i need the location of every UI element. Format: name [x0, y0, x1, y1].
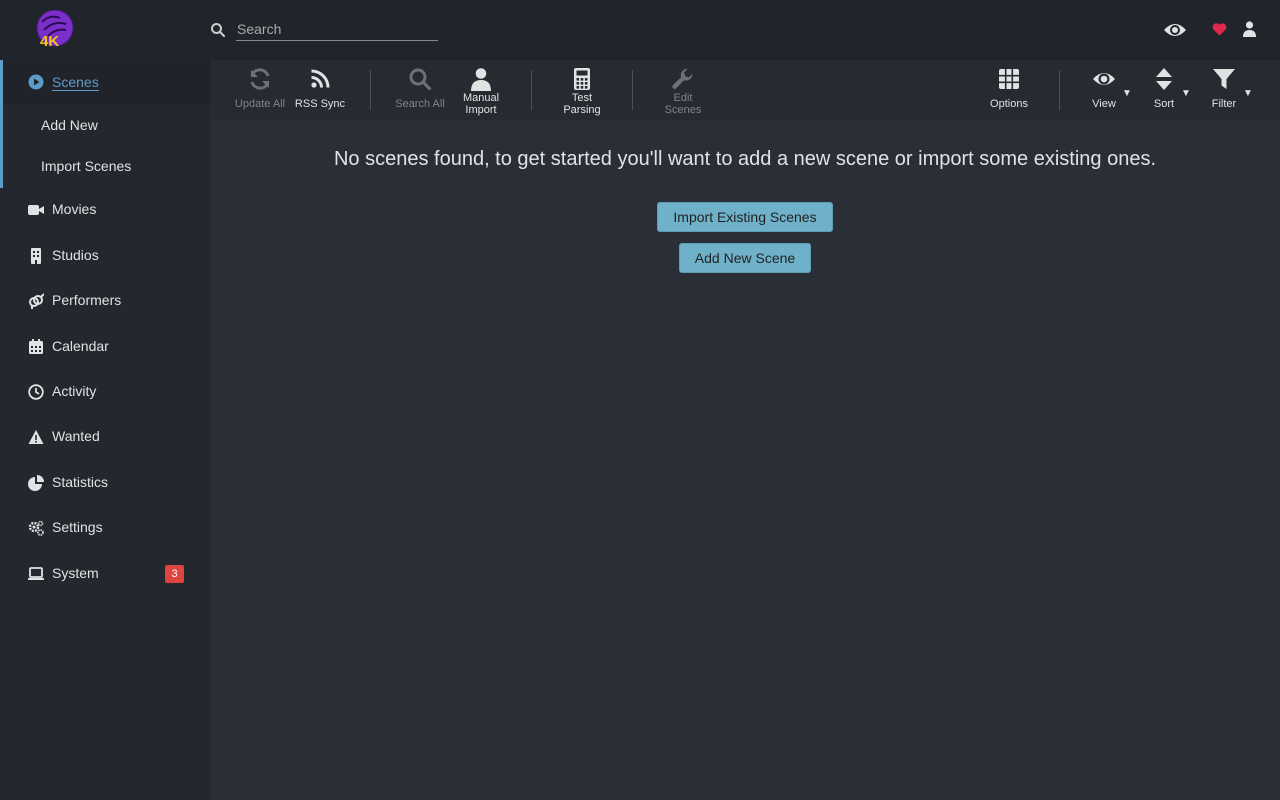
pie-chart-icon [28, 475, 44, 491]
sidebar-item-studios[interactable]: Studios [0, 236, 210, 276]
toolbar-separator [531, 70, 532, 110]
toolbar-label-line: Scenes [664, 104, 702, 116]
eye-icon[interactable] [1163, 20, 1187, 40]
toolbar-label: Options [990, 98, 1028, 110]
filter-menu-button[interactable]: Filter [1200, 60, 1248, 120]
gender-icon [29, 293, 44, 309]
view-menu-button[interactable]: View [1080, 60, 1128, 120]
toolbar-separator [632, 70, 633, 110]
sidebar-item-label: Statistics [52, 474, 109, 490]
sidebar-item-label: Add New [41, 117, 98, 133]
page-toolbar: Update All RSS Sync Search All Manual Im… [210, 60, 1280, 120]
toolbar-label-line: Parsing [563, 104, 601, 116]
wrench-icon [672, 68, 693, 89]
top-header: 4K [0, 0, 1280, 60]
sidebar-item-label: System [52, 565, 99, 581]
toolbar-label: Edit Scenes [655, 92, 711, 116]
sort-icon [1156, 68, 1172, 90]
gears-icon [28, 520, 44, 536]
sidebar-item-label: Wanted [52, 428, 100, 444]
sidebar-item-scenes[interactable]: Scenes [3, 60, 210, 104]
sidebar-item-label: Performers [52, 292, 122, 308]
sidebar-item-statistics[interactable]: Statistics [0, 463, 210, 503]
sidebar-item-label: Import Scenes [41, 158, 132, 174]
update-all-button[interactable]: Update All [230, 60, 290, 120]
toolbar-label: View [1092, 98, 1116, 110]
sidebar-subitem-import-scenes[interactable]: Import Scenes [0, 149, 210, 185]
toolbar-label: Manual Import [453, 92, 509, 116]
sidebar-item-label: Calendar [52, 338, 109, 354]
toolbar-separator [370, 70, 371, 110]
refresh-icon [250, 68, 270, 90]
toolbar-label: Search All [395, 98, 445, 110]
toolbar-label-line: Manual [462, 92, 500, 104]
toolbar-label-line: Edit [673, 92, 693, 104]
sidebar-item-label: Activity [52, 383, 97, 399]
sidebar-item-label: Scenes [52, 74, 99, 91]
sidebar-item-performers[interactable]: Performers [0, 281, 210, 321]
manual-import-button[interactable]: Manual Import [453, 60, 509, 120]
eye-icon [1093, 73, 1115, 85]
play-circle-icon [28, 74, 44, 90]
rss-sync-button[interactable]: RSS Sync [292, 60, 348, 120]
filter-icon [1213, 69, 1235, 89]
toolbar-label-line: Import [465, 104, 497, 116]
toolbar-label: Update All [234, 98, 286, 110]
options-button[interactable]: Options [981, 60, 1037, 120]
sidebar-item-calendar[interactable]: Calendar [0, 327, 210, 367]
clock-icon [28, 384, 44, 400]
laptop-icon [28, 567, 44, 580]
chevron-down-icon: ▼ [1181, 88, 1191, 99]
warning-icon [28, 430, 44, 444]
calculator-icon [574, 68, 590, 90]
user-icon[interactable] [1243, 21, 1256, 37]
test-parsing-button[interactable]: Test Parsing [554, 60, 610, 120]
sidebar-item-label: Studios [52, 247, 99, 263]
search-icon [211, 23, 226, 38]
scenes-nav-group: Scenes Add New Import Scenes [0, 60, 210, 188]
video-camera-icon [28, 205, 44, 215]
toolbar-label-line: Test [571, 92, 593, 104]
add-new-scene-button[interactable]: Add New Scene [679, 243, 811, 273]
empty-state-message: No scenes found, to get started you'll w… [333, 148, 1157, 170]
chevron-down-icon: ▼ [1243, 88, 1253, 99]
search-all-button[interactable]: Search All [391, 60, 449, 120]
logo-icon: 4K [36, 9, 74, 50]
toolbar-label: RSS Sync [294, 98, 346, 110]
grid-icon [999, 69, 1019, 89]
sidebar-item-activity[interactable]: Activity [0, 372, 210, 412]
app-logo[interactable]: 4K [34, 9, 76, 50]
system-health-badge: 3 [165, 565, 184, 583]
sidebar-item-movies[interactable]: Movies [0, 190, 210, 230]
toolbar-label: Sort [1153, 98, 1175, 110]
calendar-icon [29, 339, 43, 354]
rss-icon [311, 69, 330, 88]
search-input[interactable] [236, 18, 438, 41]
logo-text: 4K [40, 33, 59, 50]
sidebar-item-label: Movies [52, 201, 97, 217]
sidebar-item-label: Settings [52, 519, 103, 535]
search-icon [409, 68, 432, 91]
toolbar-separator [1059, 70, 1060, 110]
toolbar-label: Test Parsing [554, 92, 610, 116]
sidebar: Scenes Add New Import Scenes Movies Stud… [0, 60, 210, 800]
sidebar-item-wanted[interactable]: Wanted [0, 417, 210, 457]
import-existing-scenes-button[interactable]: Import Existing Scenes [657, 202, 833, 232]
user-icon [471, 68, 491, 91]
toolbar-label: Filter [1211, 98, 1237, 110]
sidebar-item-settings[interactable]: Settings [0, 508, 210, 548]
edit-scenes-button[interactable]: Edit Scenes [655, 60, 711, 120]
heart-icon[interactable] [1212, 22, 1227, 36]
building-icon [31, 248, 41, 264]
sidebar-subitem-add-new[interactable]: Add New [0, 108, 210, 144]
chevron-down-icon: ▼ [1122, 88, 1132, 99]
